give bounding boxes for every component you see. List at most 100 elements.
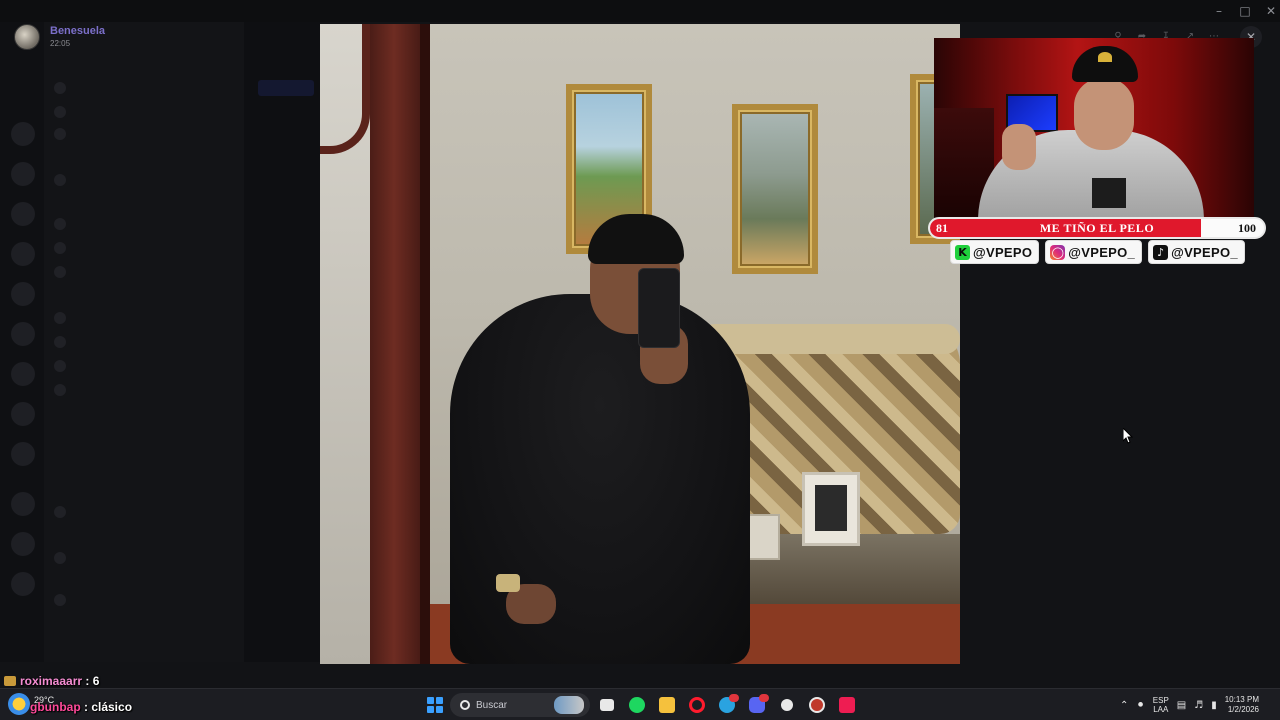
folder-icon (659, 697, 675, 713)
tiktok-app-button[interactable] (834, 693, 860, 717)
start-button[interactable] (424, 694, 446, 716)
search-label: Buscar (476, 699, 508, 711)
painting (732, 104, 818, 274)
notification-badge (729, 694, 739, 702)
window-titlebar: – □ ✕ (0, 0, 1280, 22)
notification-time: 22:05 (50, 39, 71, 48)
microphone-icon[interactable]: ⚫ (1136, 700, 1144, 711)
taskbar-search[interactable]: Buscar (450, 693, 590, 717)
goal-target: 100 (1238, 221, 1256, 235)
taskbar-apps: Buscar (424, 693, 860, 717)
chat-text: 6 (92, 674, 100, 688)
channel-hash-icon (54, 384, 66, 396)
channel-hash-icon (54, 336, 66, 348)
server-icon[interactable] (11, 282, 35, 306)
discord-button[interactable] (744, 693, 770, 717)
painting-art (742, 114, 808, 264)
language-indicator[interactable]: ESP LAA (1153, 696, 1169, 714)
channel-hash-icon (54, 594, 66, 606)
cam-hand (1002, 124, 1036, 170)
battery-icon[interactable]: ▮ (1211, 700, 1217, 711)
search-icon (460, 700, 470, 710)
system-tray: ⌃ ⚫ ESP LAA ▤ ♬ ▮ 10:13 PM 1/2/2026 (1120, 693, 1259, 717)
file-explorer-button[interactable] (654, 693, 680, 717)
telegram-button[interactable] (714, 693, 740, 717)
server-icon[interactable] (11, 572, 35, 596)
channel-hash-icon (54, 360, 66, 372)
goal-progress-bar: ME TIÑO EL PELO 81 100 (928, 217, 1266, 239)
opera-button[interactable] (684, 693, 710, 717)
app-button[interactable] (804, 693, 830, 717)
goal-current: 81 (936, 221, 948, 235)
server-icon[interactable] (11, 492, 35, 516)
server-icon[interactable] (11, 532, 35, 556)
tiktok-icon: ♪ (1153, 244, 1169, 260)
opera-icon (689, 697, 705, 713)
instagram-handle-label: @VPEPO_ (1068, 244, 1136, 260)
maximize-icon[interactable]: □ (1232, 0, 1258, 22)
spotify-button[interactable] (624, 693, 650, 717)
server-icon[interactable] (11, 122, 35, 146)
secondary-panel (244, 22, 320, 662)
goal-title: ME TIÑO EL PELO (1039, 221, 1155, 235)
channel-hash-icon (54, 312, 66, 324)
instagram-icon: ◯ (1050, 244, 1066, 260)
app-icon (781, 699, 793, 711)
server-icon[interactable] (11, 162, 35, 186)
taskbar-clock[interactable]: 10:13 PM 1/2/2026 (1225, 695, 1259, 715)
server-icon[interactable] (11, 402, 35, 426)
close-window-icon[interactable]: ✕ (1258, 0, 1280, 22)
kick-handle-label: @VPEPO (973, 244, 1033, 260)
spotify-icon (629, 697, 645, 713)
phone (638, 268, 680, 348)
tiktok-app-icon (839, 697, 855, 713)
channel-hash-icon (54, 106, 66, 118)
user-notification[interactable]: Benesuela 22:05 (14, 22, 105, 52)
tiktok-handle: ♪ @VPEPO_ (1148, 240, 1245, 264)
photo-mirror-arch (320, 24, 370, 154)
server-icon[interactable] (11, 202, 35, 226)
photo-viewer-image[interactable] (320, 24, 960, 664)
windows-taskbar: 29°C Buscar ⌃ ⚫ ESP LAA ▤ ♬ ▮ 10:13 PM 1… (0, 688, 1280, 720)
network-icon[interactable]: ▤ (1177, 700, 1186, 711)
social-handles: K @VPEPO ◯ @VPEPO_ ♪ @VPEPO_ (950, 240, 1245, 264)
channel-list (44, 22, 244, 662)
chat-message: roximaaarr : 6 (4, 674, 99, 688)
app-icon (809, 697, 825, 713)
chat-badge-icon (4, 676, 16, 686)
cam-cap-logo (1098, 52, 1112, 62)
kick-handle: K @VPEPO (950, 240, 1040, 264)
clock-date: 1/2/2026 (1227, 705, 1259, 714)
language-layout: LAA (1153, 705, 1169, 714)
clock-time: 10:13 PM (1224, 695, 1259, 704)
kick-icon: K (955, 244, 970, 260)
wristwatch (496, 574, 520, 592)
notification-badge (759, 694, 769, 702)
person-body (450, 294, 750, 664)
app-button[interactable] (774, 693, 800, 717)
minimize-icon[interactable]: – (1206, 0, 1232, 22)
channel-hash-icon (54, 552, 66, 564)
chat-message: gbunbap : clásico (30, 700, 133, 714)
channel-hash-icon (54, 218, 66, 230)
chat-text: clásico (91, 700, 133, 714)
server-icon[interactable] (11, 442, 35, 466)
channel-hash-icon (54, 128, 66, 140)
chevron-up-icon[interactable]: ⌃ (1120, 700, 1128, 711)
tiktok-handle-label: @VPEPO_ (1171, 244, 1238, 260)
server-icon[interactable] (11, 242, 35, 266)
streamer-webcam (934, 38, 1254, 218)
chat-username: gbunbap (30, 700, 81, 714)
server-icon[interactable] (11, 362, 35, 386)
language-code: ESP (1152, 696, 1169, 705)
task-view-icon (600, 699, 614, 711)
channel-hash-icon (54, 506, 66, 518)
cam-hoodie-print (1092, 178, 1126, 208)
task-view-button[interactable] (594, 693, 620, 717)
channel-hash-icon (54, 82, 66, 94)
chat-username: roximaaarr (20, 674, 83, 688)
highlight-pill (258, 80, 314, 96)
channel-hash-icon (54, 266, 66, 278)
server-icon[interactable] (11, 322, 35, 346)
volume-icon[interactable]: ♬ (1194, 700, 1203, 711)
